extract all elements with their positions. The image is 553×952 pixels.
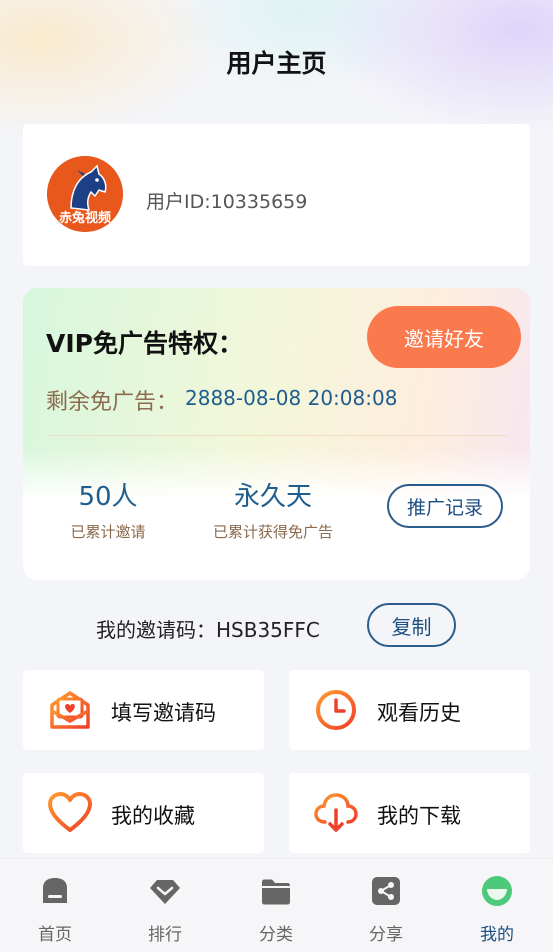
stat-ad-free-label: 已累计获得免广告 — [212, 523, 333, 541]
menu-item-downloads[interactable]: 我的下载 — [289, 773, 530, 853]
clock-icon — [316, 690, 356, 730]
envelope-heart-icon — [50, 691, 90, 729]
tab-categories[interactable]: 分类 — [221, 859, 331, 952]
menu-item-label: 我的下载 — [377, 804, 461, 828]
face-icon — [482, 876, 512, 906]
tab-label: 分享 — [369, 925, 403, 945]
stat-invited-label: 已累计邀请 — [70, 523, 146, 541]
tab-label: 分类 — [259, 925, 293, 945]
tab-mine[interactable]: 我的 — [442, 859, 552, 952]
user-id: 用户ID:10335659 — [146, 191, 308, 213]
menu-item-label: 填写邀请码 — [111, 701, 216, 725]
tab-label: 我的 — [480, 925, 514, 945]
horse-logo-icon: 赤兔视频 — [47, 156, 123, 232]
stat-invited: 50人 已累计邀请 — [53, 476, 163, 542]
copy-button[interactable]: 复制 — [367, 603, 456, 647]
invite-friends-button[interactable]: 邀请好友 — [367, 306, 521, 368]
invite-code-text: 我的邀请码：HSB35FFC — [96, 618, 320, 642]
avatar[interactable]: 赤兔视频 — [47, 156, 123, 232]
ad-free-remaining-value: 2888-08-08 20:08:08 — [185, 386, 398, 410]
share-icon — [372, 877, 400, 905]
page-title: 用户主页 — [226, 49, 327, 78]
promotion-records-button[interactable]: 推广记录 — [387, 484, 503, 528]
menu-item-watch-history[interactable]: 观看历史 — [289, 670, 530, 750]
ad-free-remaining-label: 剩余免广告： — [46, 390, 179, 415]
vip-title: VIP免广告特权： — [46, 329, 243, 358]
menu-item-enter-invite-code[interactable]: 填写邀请码 — [23, 670, 264, 750]
avatar-logo-text: 赤兔视频 — [59, 210, 111, 226]
stat-ad-free-value: 永久天 — [233, 482, 312, 512]
tab-label: 首页 — [38, 925, 72, 945]
divider — [46, 435, 508, 436]
diamond-icon — [150, 880, 180, 904]
folder-icon — [262, 879, 290, 905]
user-card[interactable]: 赤兔视频 用户ID:10335659 — [23, 124, 530, 266]
home-icon — [43, 878, 67, 903]
menu-item-label: 观看历史 — [377, 701, 461, 725]
bottom-tab-bar: 首页 排行 分类 分享 我的 — [0, 858, 553, 952]
vip-card: VIP免广告特权： 邀请好友 剩余免广告： 2888-08-08 20:08:0… — [23, 288, 530, 580]
menu-item-favorites[interactable]: 我的收藏 — [23, 773, 264, 853]
heart-icon — [48, 792, 92, 832]
cloud-download-icon — [314, 793, 358, 832]
stat-ad-free-days: 永久天 已累计获得免广告 — [208, 476, 338, 542]
stat-invited-value: 50人 — [78, 482, 138, 512]
tab-label: 排行 — [148, 925, 182, 945]
tab-share[interactable]: 分享 — [331, 859, 441, 952]
tab-ranking[interactable]: 排行 — [110, 859, 220, 952]
menu-item-label: 我的收藏 — [111, 804, 195, 828]
tab-home[interactable]: 首页 — [0, 859, 110, 952]
